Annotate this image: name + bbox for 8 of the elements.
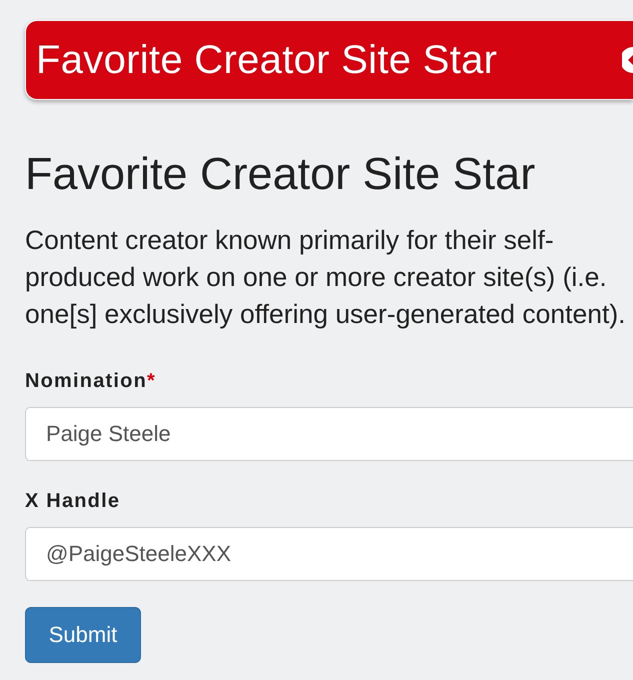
page-heading: Favorite Creator Site Star bbox=[25, 148, 536, 200]
submit-button[interactable]: Submit bbox=[25, 607, 141, 663]
text-input-field[interactable]: @PaigeSteeleXXX bbox=[25, 527, 633, 581]
text-input-field[interactable]: Paige Steele bbox=[25, 407, 633, 461]
banner-title: Favorite Creator Site Star bbox=[36, 38, 498, 82]
field-label: Nomination* bbox=[25, 369, 156, 393]
category-description: Content creator known primarily for their self-produced work on one or more creator site(s) (i.e. one[s] exclusively offering user-generated content). bbox=[25, 224, 627, 331]
field-label: X Handle bbox=[25, 489, 120, 513]
